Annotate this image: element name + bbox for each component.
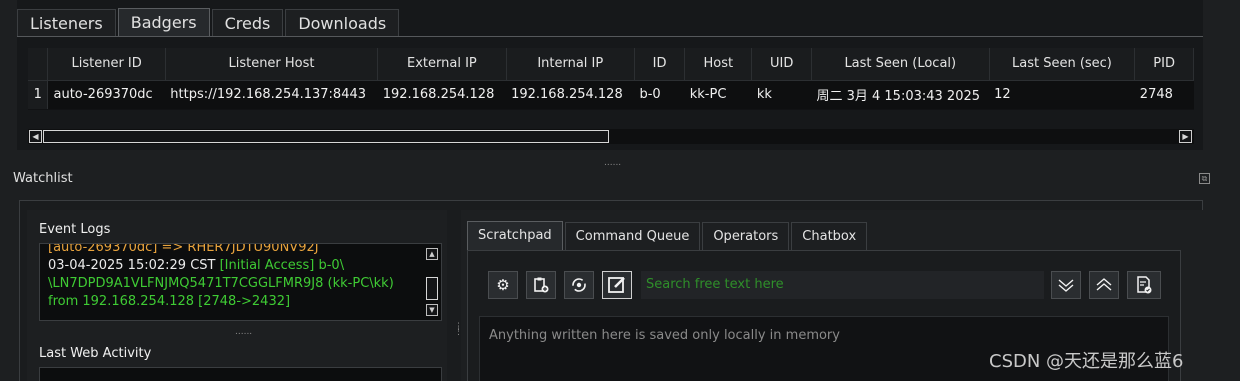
scroll-down-icon[interactable]: ▼ bbox=[426, 304, 438, 316]
file-check-icon bbox=[1137, 276, 1152, 294]
float-dock-icon[interactable]: ⧉ bbox=[1199, 173, 1210, 184]
cell-id[interactable]: b-0 bbox=[634, 80, 685, 109]
row-number: 1 bbox=[28, 80, 49, 109]
chevron-double-down-icon bbox=[1058, 279, 1074, 292]
vertical-splitter-handle[interactable]: ⋮⋮ bbox=[454, 323, 463, 337]
chevron-double-up-icon bbox=[1096, 278, 1112, 291]
column-header[interactable]: Listener Host bbox=[165, 48, 379, 81]
tab-operators[interactable]: Operators bbox=[702, 222, 790, 250]
column-header[interactable]: Last Seen (Local) bbox=[811, 48, 990, 81]
column-header[interactable]: Internal IP bbox=[506, 48, 635, 81]
scroll-left-icon[interactable]: ◀ bbox=[29, 130, 42, 143]
cell-internal-ip[interactable]: 192.168.254.128 bbox=[506, 80, 635, 109]
scroll-up-icon[interactable]: ▲ bbox=[426, 248, 438, 260]
cell-last-seen-sec[interactable]: 12 bbox=[989, 80, 1135, 109]
watchlist-label: Watchlist bbox=[13, 171, 73, 186]
scroll-to-bottom-button[interactable] bbox=[1051, 271, 1081, 299]
tab-listeners[interactable]: Listeners bbox=[17, 9, 116, 37]
event-log-view[interactable]: [auto-269370dc] => RHER7JDTU90NV92J 03-0… bbox=[39, 243, 442, 321]
top-tab-bar: Listeners Badgers Creds Downloads bbox=[17, 8, 400, 37]
web-activity-title: Last Web Activity bbox=[39, 346, 152, 361]
cell-last-seen-local[interactable]: 周二 3月 4 15:03:43 2025 bbox=[811, 80, 990, 109]
log-vertical-scrollbar[interactable]: ▲ ▼ bbox=[424, 248, 439, 318]
column-header[interactable]: External IP bbox=[377, 48, 507, 81]
scrollbar-thumb[interactable] bbox=[426, 277, 438, 300]
splitter-handle[interactable]: ...... bbox=[235, 327, 252, 337]
edit-button[interactable] bbox=[602, 271, 632, 299]
scrollbar-thumb[interactable] bbox=[43, 130, 609, 143]
log-line: 03-04-2025 15:02:29 CST [Initial Access]… bbox=[48, 257, 433, 275]
table-horizontal-scrollbar[interactable]: ◀ ▶ bbox=[28, 129, 1194, 144]
right-tab-bar: Scratchpad Command Queue Operators Chatb… bbox=[467, 221, 868, 250]
cell-pid[interactable]: 2748 bbox=[1134, 80, 1194, 109]
event-logs-title: Event Logs bbox=[39, 222, 111, 237]
column-header[interactable]: Last Seen (sec) bbox=[989, 48, 1136, 81]
column-header[interactable]: Listener ID bbox=[47, 48, 166, 81]
clipboard-add-icon bbox=[534, 277, 549, 293]
badgers-table: Listener ID Listener Host External IP In… bbox=[28, 48, 1194, 110]
tab-scratchpad[interactable]: Scratchpad bbox=[467, 221, 563, 250]
table-row[interactable]: 1 auto-269370dc https://192.168.254.137:… bbox=[28, 80, 1194, 109]
search-input[interactable] bbox=[641, 271, 1044, 299]
sync-button[interactable] bbox=[564, 271, 594, 299]
tab-badgers[interactable]: Badgers bbox=[117, 8, 210, 37]
gear-icon: ⚙ bbox=[496, 276, 510, 294]
column-header[interactable]: UID bbox=[751, 48, 812, 81]
edit-icon bbox=[608, 277, 625, 293]
tab-creds[interactable]: Creds bbox=[211, 9, 284, 37]
clipboard-add-button[interactable] bbox=[526, 271, 556, 299]
cell-listener-id[interactable]: auto-269370dc bbox=[47, 80, 166, 109]
log-timestamp: 03-04-2025 15:02:29 CST bbox=[48, 258, 220, 273]
log-message: [Initial Access] b-0\ bbox=[219, 258, 345, 273]
log-line: \LN7DPD9A1VLFNJMQ5471T7CGGLFMR9J8 (kk-PC… bbox=[48, 276, 394, 291]
table-header-row: Listener ID Listener Host External IP In… bbox=[28, 48, 1194, 81]
sync-icon bbox=[572, 278, 586, 292]
scroll-to-top-button[interactable] bbox=[1089, 271, 1119, 299]
log-line: [auto-269370dc] => RHER7JDTU90NV92J bbox=[48, 243, 319, 255]
tab-chatbox[interactable]: Chatbox bbox=[791, 222, 868, 250]
cell-listener-host[interactable]: https://192.168.254.137:8443 bbox=[165, 80, 378, 109]
scroll-right-icon[interactable]: ▶ bbox=[1179, 130, 1192, 143]
column-header[interactable]: Host bbox=[684, 48, 753, 81]
cell-host[interactable]: kk-PC bbox=[684, 80, 752, 109]
watermark: CSDN @天还是那么蓝6 bbox=[989, 351, 1184, 372]
save-file-button[interactable] bbox=[1127, 271, 1161, 299]
log-line: from 192.168.254.128 [2748->2432] bbox=[48, 294, 291, 309]
column-header[interactable]: PID bbox=[1134, 48, 1194, 81]
tab-downloads[interactable]: Downloads bbox=[285, 9, 400, 37]
tab-command-queue[interactable]: Command Queue bbox=[564, 222, 701, 250]
cell-uid[interactable]: kk bbox=[751, 80, 812, 109]
settings-button[interactable]: ⚙ bbox=[488, 271, 518, 299]
web-activity-view[interactable] bbox=[39, 367, 442, 381]
row-number-header bbox=[28, 48, 49, 81]
splitter-handle[interactable]: ...... bbox=[604, 158, 621, 168]
tab-divider bbox=[17, 36, 1203, 37]
cell-external-ip[interactable]: 192.168.254.128 bbox=[377, 80, 507, 109]
column-header[interactable]: ID bbox=[634, 48, 686, 81]
